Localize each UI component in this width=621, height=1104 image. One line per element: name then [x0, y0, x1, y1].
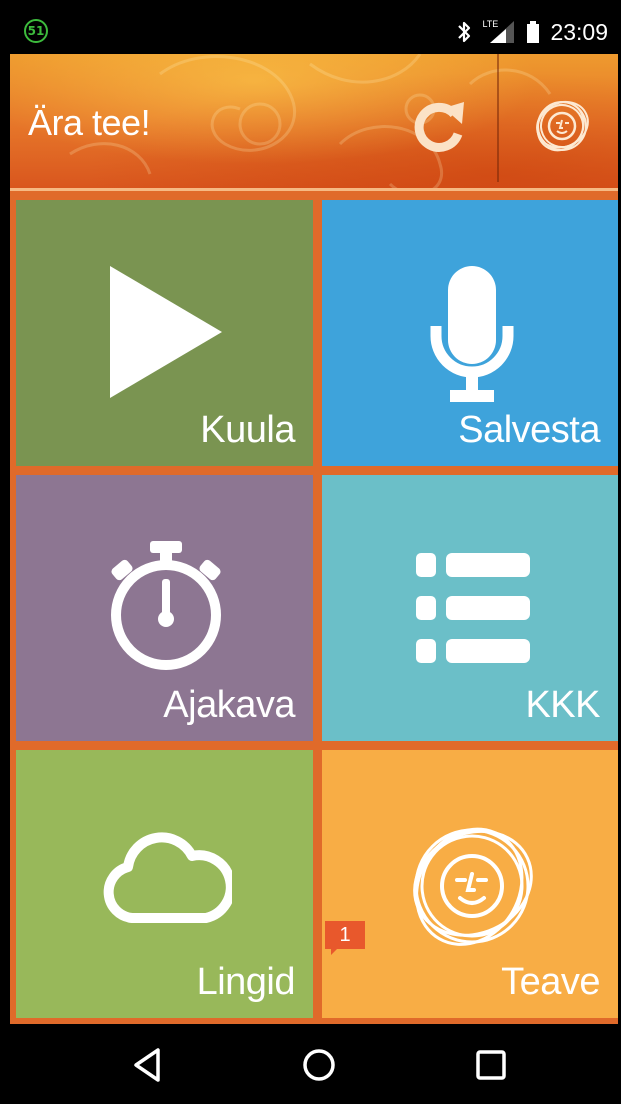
tile-salvesta[interactable]: Salvesta [322, 200, 618, 466]
refresh-icon [414, 102, 464, 152]
refresh-button[interactable] [410, 94, 474, 158]
app-screen: Ära tee! Kuula Salvesta Ajakava KKK Ling… [10, 54, 618, 1024]
smiley-face-logo-icon [413, 827, 533, 946]
header-underline [10, 188, 618, 191]
lte-signal-icon: LTE [482, 19, 516, 45]
tile-ajakava[interactable]: Ajakava [16, 475, 313, 741]
notification-badge[interactable]: 1 [323, 919, 367, 955]
page-title: Ära tee! [28, 102, 151, 143]
status-icons: LTE 23:09 [456, 10, 608, 54]
tile-label: KKK [525, 684, 600, 726]
tile-label: Ajakava [163, 684, 295, 726]
tile-label: Salvesta [458, 409, 600, 451]
home-button[interactable] [298, 1044, 340, 1086]
header: Ära tee! [10, 54, 618, 188]
recents-button[interactable] [470, 1044, 512, 1086]
back-button[interactable] [128, 1044, 170, 1086]
clock: 23:09 [550, 18, 608, 45]
tile-lingid[interactable]: Lingid [16, 750, 313, 1018]
notification-count-icon: 51 [24, 19, 48, 43]
tile-kuula[interactable]: Kuula [16, 200, 313, 466]
microphone-icon [430, 266, 514, 402]
navigation-bar [10, 1026, 618, 1104]
stopwatch-icon [111, 541, 221, 670]
logo-button[interactable] [530, 94, 594, 158]
list-icon [416, 553, 530, 663]
home-icon [303, 1049, 335, 1081]
header-divider [497, 54, 499, 182]
back-icon [134, 1048, 160, 1082]
smiley-face-logo-icon [536, 100, 589, 152]
status-bar: 51 LTE 23:09 [10, 10, 618, 54]
tile-kkk[interactable]: KKK [322, 475, 618, 741]
play-icon [110, 266, 222, 398]
tile-teave[interactable]: Teave [322, 750, 618, 1018]
battery-icon [527, 21, 540, 43]
cloud-icon [103, 832, 232, 923]
tile-label: Kuula [200, 409, 295, 451]
bluetooth-icon [458, 21, 471, 43]
badge-count: 1 [339, 924, 351, 946]
tile-label: Lingid [196, 961, 296, 1003]
tile-label: Teave [501, 961, 600, 1003]
recents-icon [476, 1050, 506, 1080]
